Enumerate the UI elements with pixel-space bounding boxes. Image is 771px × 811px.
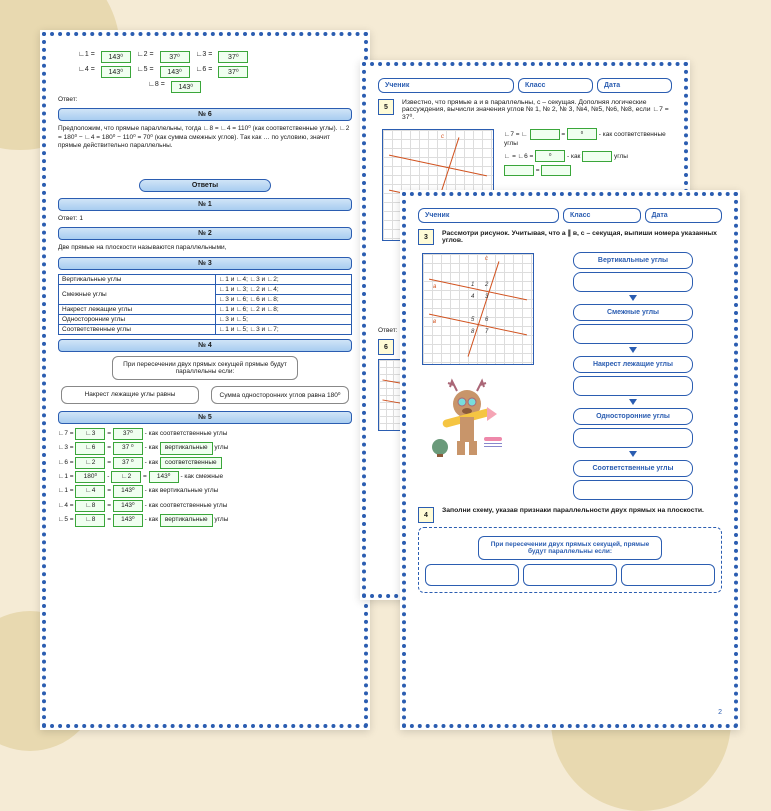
angle-value: 37⁰ xyxy=(218,51,248,63)
student-field[interactable]: Ученик xyxy=(378,78,514,93)
task-row: 4 Заполни схему, указав признаки паралле… xyxy=(418,507,722,523)
table-cell: Односторонние углы xyxy=(59,314,216,324)
task-text: Предположим, что прямые параллельны, тог… xyxy=(58,125,352,150)
angle-value: 37⁰ xyxy=(160,51,190,63)
scheme-input[interactable] xyxy=(621,564,715,586)
calc-line: ∟7 = ∟3 = 37⁰ - как соответственные углы xyxy=(58,428,352,440)
date-field[interactable]: Дата xyxy=(597,78,672,93)
calc-line: ∟5 = ∟8 = 143⁰ - как вертикальные углы xyxy=(58,514,352,526)
date-field[interactable]: Дата xyxy=(645,208,723,223)
diagram-box: Сумма односторонних углов равна 180⁰ xyxy=(211,386,349,404)
class-field[interactable]: Класс xyxy=(518,78,593,93)
calc-line: ∟1 = 180⁰ - ∟2 = 143⁰ - как смежные xyxy=(58,471,352,483)
angle-label: ∟1 = xyxy=(78,51,95,63)
answer-text: Ответ: 1 xyxy=(58,215,352,223)
diagram-top: При пересечении двух прямых секущей прям… xyxy=(112,356,298,380)
flow-input[interactable] xyxy=(573,324,694,344)
task-text: Известно, что прямые a и в параллельны, … xyxy=(402,99,672,121)
section-header: № 2 xyxy=(58,227,352,240)
table-cell: ∟1 и ∟6; ∟2 и ∟8; xyxy=(215,304,351,314)
answer-label: Ответ: xyxy=(58,96,352,104)
flow-label: Односторонние углы xyxy=(573,408,694,425)
angle-label: ∟8 = xyxy=(148,81,165,93)
scheme-input[interactable] xyxy=(425,564,519,586)
section-header: № 1 xyxy=(58,198,352,211)
page-number: 2 xyxy=(718,709,722,716)
angle-value: 143⁰ xyxy=(160,66,190,78)
flow-input[interactable] xyxy=(573,376,694,396)
angle-value: 143⁰ xyxy=(101,66,131,78)
flow-label: Соответственные углы xyxy=(573,460,694,477)
flow-input[interactable] xyxy=(573,428,694,448)
task-text: Две прямые на плоскости называются парал… xyxy=(58,244,352,252)
task-number: 6 xyxy=(378,339,394,355)
angle-label: ∟5 = xyxy=(137,66,154,78)
angle-row: ∟1 = 143⁰ ∟2 = 37⁰ ∟3 = 37⁰ xyxy=(78,51,352,63)
angle-label: ∟4 = xyxy=(78,66,95,78)
arrow-down-icon xyxy=(629,451,637,457)
angle-value: 143⁰ xyxy=(171,81,201,93)
flow-input[interactable] xyxy=(573,272,694,292)
section-header: № 5 xyxy=(58,411,352,424)
angle-label: ∟6 = xyxy=(196,66,213,78)
calc-line: ∟1 = ∟4 = 143⁰ - как вертикальные углы xyxy=(58,485,352,497)
section-header: № 3 xyxy=(58,257,352,270)
moose-illustration xyxy=(422,369,512,459)
arrow-down-icon xyxy=(629,347,637,353)
table-cell: ∟1 и ∟4; ∟3 и ∟2; xyxy=(215,274,351,284)
task-row: 5 Известно, что прямые a и в параллельны… xyxy=(378,99,672,121)
scheme-header: При пересечении двух прямых секущей, пря… xyxy=(478,536,662,560)
angle-value: 143⁰ xyxy=(101,51,131,63)
arrow-down-icon xyxy=(629,295,637,301)
table-cell: ∟1 и ∟5; ∟3 и ∟7; xyxy=(215,324,351,334)
answers-title: Ответы xyxy=(139,179,271,192)
section-header: № 4 xyxy=(58,339,352,352)
table-cell: ∟3 и ∟6; ∟6 и ∟8; xyxy=(215,294,351,304)
worksheet-page-3: Ученик Класс Дата 3 Рассмотри рисунок. У… xyxy=(400,190,740,730)
table-cell: ∟1 и ∟3; ∟2 и ∟4; xyxy=(215,284,351,294)
angle-value: 37⁰ xyxy=(218,66,248,78)
angle-row: ∟4 = 143⁰ ∟5 = 143⁰ ∟6 = 37⁰ xyxy=(78,66,352,78)
table-cell: Смежные углы xyxy=(59,284,216,304)
table-cell: Накрест лежащие углы xyxy=(59,304,216,314)
flow-column: Вертикальные углы Смежные углы Накрест л… xyxy=(544,249,722,503)
flow-label: Вертикальные углы xyxy=(573,252,694,269)
worksheet-page-1: ∟1 = 143⁰ ∟2 = 37⁰ ∟3 = 37⁰ ∟4 = 143⁰ ∟5 = 14… xyxy=(40,30,370,730)
scheme-input[interactable] xyxy=(523,564,617,586)
flow-label: Смежные углы xyxy=(573,304,694,321)
table-cell: Соответственные углы xyxy=(59,324,216,334)
arrow-down-icon xyxy=(629,399,637,405)
calc-line: ∟6 = ∟2 = 37 ⁰ - как соответственные xyxy=(58,457,352,469)
task-text: Рассмотри рисунок. Учитывая, что a ∥ в, … xyxy=(442,229,722,244)
angle-row: ∟8 = 143⁰ xyxy=(148,81,352,93)
task-number: 3 xyxy=(418,229,434,245)
angle-label: ∟3 = xyxy=(196,51,213,63)
task-row: 3 Рассмотри рисунок. Учитывая, что a ∥ в… xyxy=(418,229,722,245)
flow-input[interactable] xyxy=(573,480,694,500)
scheme-area: При пересечении двух прямых секущей, пря… xyxy=(418,527,722,593)
header-row: Ученик Класс Дата xyxy=(378,78,672,93)
task-text: Заполни схему, указав признаки параллель… xyxy=(442,507,722,514)
class-field[interactable]: Класс xyxy=(563,208,641,223)
task-number: 5 xyxy=(378,99,394,115)
diagram-box: Накрест лежащие углы равны xyxy=(61,386,199,404)
angle-label: ∟2 = xyxy=(137,51,154,63)
calc-line: ∟4 = ∟8 = 143⁰ - как соответственные угл… xyxy=(58,500,352,512)
header-row: Ученик Класс Дата xyxy=(418,208,722,223)
section-header: № 6 xyxy=(58,108,352,121)
geometry-diagram: c a в 1 2 3 4 5 6 7 8 xyxy=(422,253,534,365)
table-cell: Вертикальные углы xyxy=(59,274,216,284)
student-field[interactable]: Ученик xyxy=(418,208,559,223)
flow-label: Накрест лежащие углы xyxy=(573,356,694,373)
task-number: 4 xyxy=(418,507,434,523)
table-cell: ∟3 и ∟5; xyxy=(215,314,351,324)
angles-table: Вертикальные углы∟1 и ∟4; ∟3 и ∟2; Смежн… xyxy=(58,274,352,335)
calc-line: ∟3 = ∟6 = 37 ⁰ - как вертикальные углы xyxy=(58,442,352,454)
